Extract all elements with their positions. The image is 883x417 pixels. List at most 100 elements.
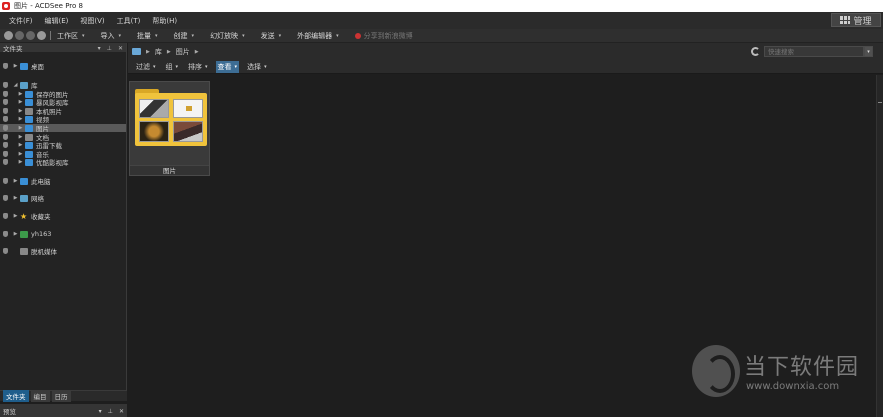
tree-item-yh163[interactable]: ▶ yh163 bbox=[0, 230, 126, 238]
panel-menu-icon[interactable]: ▾ bbox=[98, 45, 101, 52]
breadcrumb-library[interactable]: 库 bbox=[155, 47, 162, 57]
pin-icon bbox=[3, 91, 8, 97]
chevron-down-icon: ▾ bbox=[155, 32, 158, 39]
menu-edit[interactable]: 编辑(E) bbox=[45, 16, 69, 26]
weibo-icon bbox=[354, 32, 361, 39]
pin-icon bbox=[3, 134, 8, 140]
folders-panel: 文件夹 ▾ ⊥ ✕ ▶ 桌面 ◢ 库 ▶ 保存的图片 ▶ 暴风影视库 ▶ 本机照片 ▶ 视频… bbox=[0, 43, 127, 402]
thumbnail bbox=[139, 121, 169, 142]
tree-item-local-photos[interactable]: ▶ 本机照片 bbox=[0, 107, 126, 116]
toolbar-batch[interactable]: 批量 ▾ bbox=[137, 31, 158, 41]
chevron-down-icon: ▾ bbox=[205, 63, 208, 70]
toolbar-external-editor[interactable]: 外部编辑器 ▾ bbox=[297, 31, 339, 41]
offline-media-icon bbox=[20, 247, 28, 255]
chevron-down-icon: ▾ bbox=[191, 32, 195, 39]
pin-icon bbox=[3, 231, 8, 237]
refresh-icon[interactable] bbox=[751, 47, 760, 56]
document-icon bbox=[25, 133, 33, 141]
view-menu[interactable]: 查看 ▾ bbox=[215, 60, 240, 73]
up-icon[interactable] bbox=[26, 31, 35, 40]
tab-catalog[interactable]: 编目 bbox=[30, 390, 50, 402]
close-icon[interactable]: ✕ bbox=[118, 45, 123, 52]
tree-item-baofeng-library[interactable]: ▶ 暴风影视库 bbox=[0, 98, 126, 107]
folder-tile-pictures[interactable]: 图片 bbox=[129, 81, 210, 176]
tree-item-offline-media[interactable]: 脱机媒体 bbox=[0, 247, 126, 256]
menu-file[interactable]: 文件(F) bbox=[9, 16, 33, 26]
back-icon[interactable] bbox=[4, 31, 13, 40]
tree-item-library[interactable]: ◢ 库 bbox=[0, 81, 126, 90]
folder-icon bbox=[25, 107, 33, 115]
filter-menu[interactable]: 过滤 ▾ bbox=[134, 61, 158, 73]
folders-panel-header: 文件夹 ▾ ⊥ ✕ bbox=[0, 43, 126, 53]
tree-item-pictures[interactable]: ▶ 图片 bbox=[0, 124, 126, 133]
thumbnail bbox=[173, 121, 203, 142]
pin-icon bbox=[3, 82, 8, 88]
toolbar-workspace[interactable]: 工作区 ▾ bbox=[57, 31, 85, 41]
network-icon bbox=[20, 194, 28, 202]
thumbnail bbox=[173, 99, 203, 118]
preview-panel-header: 预览 ▾ ⊥ ✕ bbox=[0, 404, 127, 417]
user-icon bbox=[20, 230, 28, 238]
pin-icon bbox=[3, 213, 8, 219]
chevron-down-icon: ▾ bbox=[118, 32, 122, 39]
acdsee-app-icon bbox=[2, 2, 10, 10]
search-dropdown-button[interactable]: ▾ bbox=[864, 46, 873, 57]
toolbar-import[interactable]: 导入 ▾ bbox=[101, 31, 122, 41]
quick-search-input[interactable] bbox=[764, 46, 864, 57]
breadcrumb-pictures[interactable]: 图片 bbox=[176, 47, 190, 57]
tree-item-documents[interactable]: ▶ 文档 bbox=[0, 133, 126, 142]
toolbar-send[interactable]: 发送 ▾ bbox=[261, 31, 282, 41]
chevron-down-icon: ▾ bbox=[82, 32, 85, 39]
chevron-down-icon: ▾ bbox=[175, 63, 179, 70]
tab-calendar[interactable]: 日历 bbox=[51, 390, 71, 402]
video-icon bbox=[25, 115, 33, 123]
menu-help[interactable]: 帮助(H) bbox=[152, 16, 177, 26]
pin-icon bbox=[3, 248, 8, 254]
tree-item-videos[interactable]: ▶ 视频 bbox=[0, 115, 126, 124]
menu-view[interactable]: 视图(V) bbox=[80, 16, 104, 26]
pin-icon bbox=[3, 99, 8, 105]
close-icon[interactable]: ✕ bbox=[119, 408, 124, 415]
menu-tools[interactable]: 工具(T) bbox=[117, 16, 141, 26]
manage-mode-button[interactable]: 管理 bbox=[831, 13, 881, 27]
chevron-down-icon: ▾ bbox=[242, 32, 245, 39]
tree-item-network[interactable]: ▶ 网络 bbox=[0, 194, 126, 203]
folder-tree: ▶ 桌面 ◢ 库 ▶ 保存的图片 ▶ 暴风影视库 ▶ 本机照片 ▶ 视频 ▶ 图片 ▶ 文档 ▶… bbox=[0, 52, 126, 392]
folder-icon bbox=[25, 90, 33, 98]
chevron-down-icon: ▾ bbox=[153, 63, 156, 70]
chevron-right-icon[interactable]: ▶ bbox=[167, 49, 171, 55]
pin-icon bbox=[3, 159, 8, 165]
navigation-buttons bbox=[4, 31, 48, 40]
group-menu[interactable]: 组 ▾ bbox=[164, 61, 181, 73]
tree-item-favorites[interactable]: ▶ ★ 收藏夹 bbox=[0, 212, 126, 221]
tree-item-youku-library[interactable]: ▶ 优酷影视库 bbox=[0, 158, 126, 167]
watermark-title: 当下软件园 bbox=[744, 355, 860, 380]
tree-item-desktop[interactable]: ▶ 桌面 bbox=[0, 62, 126, 71]
downxia-logo-icon bbox=[692, 345, 740, 397]
watermark: 当下软件园 www.downxia.com bbox=[692, 343, 872, 399]
chevron-right-icon[interactable]: ▶ bbox=[146, 49, 150, 55]
forward-icon[interactable] bbox=[15, 31, 24, 40]
thumbnail bbox=[139, 99, 169, 118]
pin-icon[interactable]: ⊥ bbox=[108, 408, 113, 415]
address-bar: ▶ 库 ▶ 图片 ▶ ▾ bbox=[128, 43, 883, 60]
tree-item-this-pc[interactable]: ▶ 此电脑 bbox=[0, 177, 126, 186]
select-menu[interactable]: 选择 ▾ bbox=[245, 61, 269, 73]
grid-icon bbox=[840, 16, 851, 24]
sort-menu[interactable]: 排序 ▾ bbox=[186, 61, 210, 73]
menu-bar: 文件(F) 编辑(E) 视图(V) 工具(T) 帮助(H) 管理 bbox=[0, 12, 883, 29]
preview-title: 预览 bbox=[3, 407, 16, 416]
folder-icon bbox=[25, 141, 33, 149]
toolbar-create[interactable]: 创建 ▾ bbox=[174, 31, 195, 41]
share-weibo-button[interactable]: 分享到新浪微博 bbox=[354, 31, 413, 41]
panel-menu-icon[interactable]: ▾ bbox=[99, 408, 102, 415]
tree-item-thunder-downloads[interactable]: ▶ 迅雷下载 bbox=[0, 141, 126, 150]
tab-folders[interactable]: 文件夹 bbox=[3, 390, 29, 402]
vertical-scrollbar[interactable] bbox=[876, 75, 883, 417]
chevron-right-icon[interactable]: ▶ bbox=[195, 49, 199, 55]
title-bar: 图片 - ACDSee Pro 8 bbox=[0, 0, 883, 12]
pin-icon bbox=[3, 195, 8, 201]
pin-icon[interactable]: ⊥ bbox=[107, 45, 112, 52]
toolbar-slideshow[interactable]: 幻灯放映 ▾ bbox=[210, 31, 245, 41]
home-icon[interactable] bbox=[37, 31, 46, 40]
